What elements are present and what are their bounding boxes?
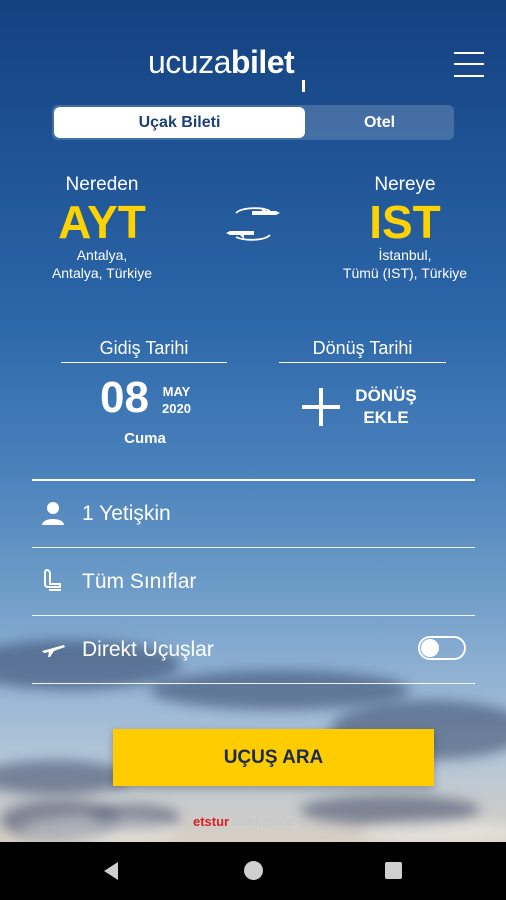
app-logo: ucuzabilet: [148, 44, 295, 80]
origin-city: Antalya,: [76, 247, 128, 264]
tab-flight[interactable]: Uçak Bileti: [54, 107, 305, 138]
brand-footer: etstur markasıdır: [193, 814, 294, 829]
swap-planes-icon[interactable]: [222, 203, 284, 245]
destination-region: Tümü (IST), Türkiye: [342, 265, 468, 282]
departure-month: MAY: [162, 384, 191, 399]
home-icon[interactable]: [244, 861, 263, 880]
brand-suffix: markasıdır: [229, 814, 295, 829]
passenger-selector[interactable]: 1 Yetişkin: [32, 480, 475, 548]
origin-selector[interactable]: Nereden AYT Antalya, Antalya, Türkiye: [32, 174, 172, 282]
logo-bold-text: bilet: [230, 44, 295, 80]
departure-date-label: Gidiş Tarihi: [61, 338, 227, 363]
destination-label: Nereye: [374, 174, 436, 195]
direct-flights-row: Direkt Uçuşlar: [32, 616, 475, 684]
app-screen: ucuzabilet Uçak Bileti Otel Nereden AYT …: [0, 0, 506, 842]
cloud-decoration: [360, 820, 506, 842]
plus-icon: [302, 388, 340, 426]
cabin-class-text: Tüm Sınıflar: [82, 570, 197, 593]
destination-code: IST: [369, 196, 441, 248]
add-return-text: DÖNÜŞ EKLE: [345, 385, 427, 429]
destination-selector[interactable]: Nereye IST İstanbul, Tümü (IST), Türkiye: [330, 174, 480, 282]
direct-flights-text: Direkt Uçuşlar: [82, 638, 214, 661]
departure-day: 08: [100, 373, 149, 422]
recent-apps-icon[interactable]: [385, 862, 402, 879]
departure-weekday: Cuma: [124, 430, 166, 447]
logo-thin-text: ucuza: [148, 44, 231, 80]
search-flights-button[interactable]: UÇUŞ ARA: [113, 729, 434, 786]
toggle-knob: [421, 639, 439, 657]
return-date-label: Dönüş Tarihi: [279, 338, 446, 363]
product-tabs: Uçak Bileti Otel: [52, 105, 454, 140]
passenger-text: 1 Yetişkin: [82, 502, 171, 525]
origin-label: Nereden: [65, 174, 139, 195]
cloud-decoration: [0, 760, 130, 795]
add-return-line2: EKLE: [363, 408, 409, 427]
origin-region: Antalya, Türkiye: [51, 265, 153, 282]
tab-hotel[interactable]: Otel: [305, 105, 454, 140]
cabin-class-selector[interactable]: Tüm Sınıflar: [32, 548, 475, 616]
logo-accent: [302, 80, 305, 92]
seat-icon: [44, 568, 61, 591]
hamburger-menu-icon[interactable]: [454, 50, 484, 78]
departure-year: 2020: [162, 401, 191, 416]
back-icon[interactable]: [104, 862, 118, 880]
add-return-line1: DÖNÜŞ: [355, 386, 417, 405]
cloud-decoration: [20, 815, 180, 842]
direct-flights-toggle[interactable]: [418, 636, 466, 660]
departure-month-year: MAY 2020: [162, 383, 191, 417]
plane-icon: [42, 645, 65, 657]
origin-code: AYT: [58, 196, 146, 248]
brand-ets: etstur: [193, 814, 230, 829]
destination-city: İstanbul,: [378, 247, 432, 264]
person-icon: [42, 502, 64, 525]
